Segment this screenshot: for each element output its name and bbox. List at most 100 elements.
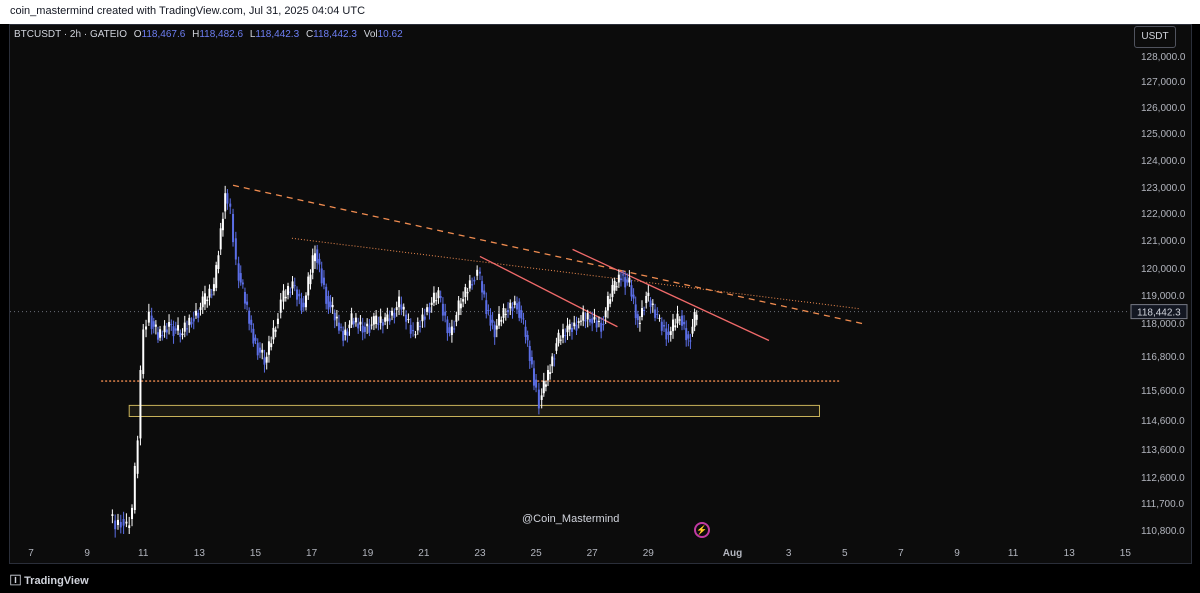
candle-body (622, 274, 625, 276)
candle-body (318, 258, 321, 265)
y-tick-label: 121,000.0 (1141, 236, 1186, 247)
candle-body (333, 312, 336, 321)
candle-body (645, 296, 648, 303)
candle-body (656, 313, 659, 315)
candle-body (542, 380, 545, 394)
candle-body (651, 303, 654, 305)
candle-body (426, 307, 429, 312)
low-value: 118,442.3 (255, 29, 300, 40)
candle-body (577, 321, 580, 323)
candle-body (483, 290, 486, 295)
candle-body (632, 294, 635, 299)
candle-body (263, 357, 266, 365)
candle-body (468, 280, 471, 289)
candle-body (331, 304, 334, 308)
candle-body (119, 522, 122, 528)
candle-body (691, 326, 694, 334)
close-value: 118,442.3 (313, 29, 357, 40)
candle-body (575, 324, 578, 331)
candle-body (588, 318, 591, 323)
candle-body (136, 440, 139, 474)
candle-body (409, 324, 412, 334)
candle-body (553, 358, 556, 360)
candle-body (192, 318, 195, 322)
candle-body (114, 520, 117, 530)
y-tick-label: 126,000.0 (1141, 103, 1186, 114)
candle-body (320, 268, 323, 284)
candle-body (660, 321, 663, 331)
candle-body (168, 322, 171, 327)
candle-body (239, 273, 242, 283)
candle-body (676, 313, 679, 324)
candle-body (634, 304, 637, 319)
y-tick-label: 125,000.0 (1141, 129, 1186, 140)
candle-body (384, 317, 387, 322)
tradingview-logo[interactable]: 🄸 TradingView (10, 572, 89, 588)
candle-body (448, 327, 451, 334)
candle-body (430, 302, 433, 305)
y-tick-label: 116,800.0 (1141, 352, 1185, 363)
candle-body (241, 282, 244, 285)
y-tick-label: 112,600.0 (1141, 473, 1185, 484)
candle-body (279, 299, 282, 313)
candle-body (274, 329, 277, 332)
candle-body (177, 325, 180, 331)
candle-body (270, 343, 273, 348)
x-tick-label: 7 (28, 548, 34, 559)
candle-body (689, 340, 692, 342)
candle-body (518, 301, 521, 318)
candle-body (254, 337, 257, 341)
x-tick-label: 9 (954, 548, 960, 559)
candle-body (300, 298, 303, 311)
currency-button[interactable]: USDT (1134, 26, 1176, 48)
candle-body (243, 291, 246, 304)
candle-body (665, 328, 668, 340)
candle-body (678, 319, 681, 321)
candle-body (307, 276, 310, 296)
candle-body (163, 325, 166, 333)
support-zone[interactable] (128, 404, 820, 417)
candle-body (453, 328, 456, 330)
candle-body (526, 335, 529, 341)
candle-body (265, 356, 268, 363)
candle-body (544, 384, 547, 387)
candle-body (329, 301, 332, 308)
candle-body (170, 324, 173, 325)
candle-body (237, 263, 240, 281)
candle-body (570, 327, 573, 332)
candle-body (551, 356, 554, 367)
candle-body (647, 292, 650, 296)
candle-body (152, 321, 155, 327)
candle-body (258, 347, 261, 353)
volume-label: Vol (363, 29, 378, 40)
candle-body (219, 228, 222, 250)
candle-body (293, 285, 296, 287)
candle-body (348, 324, 351, 329)
candle-body (154, 324, 157, 327)
price-chart[interactable]: 128,000.0 127,000.0 126,000.0 125,000.0 124,… (0, 0, 1200, 593)
candle-body (613, 280, 616, 291)
candle-body (246, 301, 249, 305)
bolt-icon[interactable]: ⚡ (694, 522, 710, 538)
candle-body (212, 284, 215, 292)
candle-body (459, 303, 462, 309)
y-tick-label: 128,000.0 (1141, 52, 1186, 63)
candle-body (379, 316, 382, 323)
x-tick-label: 3 (786, 548, 792, 559)
candle-body (641, 308, 644, 317)
candle-body (298, 293, 301, 297)
candle-body (606, 296, 609, 311)
trendline[interactable] (291, 237, 859, 310)
candle-body (683, 321, 686, 325)
candle-body (250, 319, 253, 325)
y-tick-label: 127,000.0 (1141, 77, 1186, 88)
trendline[interactable] (479, 255, 618, 328)
candle-body (593, 316, 596, 320)
candle-body (340, 326, 343, 328)
candle-body (199, 307, 202, 310)
candle-body (359, 321, 362, 325)
candle-body (597, 320, 600, 322)
candle-body (663, 325, 666, 327)
x-tick-label: 7 (898, 548, 904, 559)
symbol-label[interactable]: BTCUSDT · 2h · GATEIO (14, 29, 127, 40)
